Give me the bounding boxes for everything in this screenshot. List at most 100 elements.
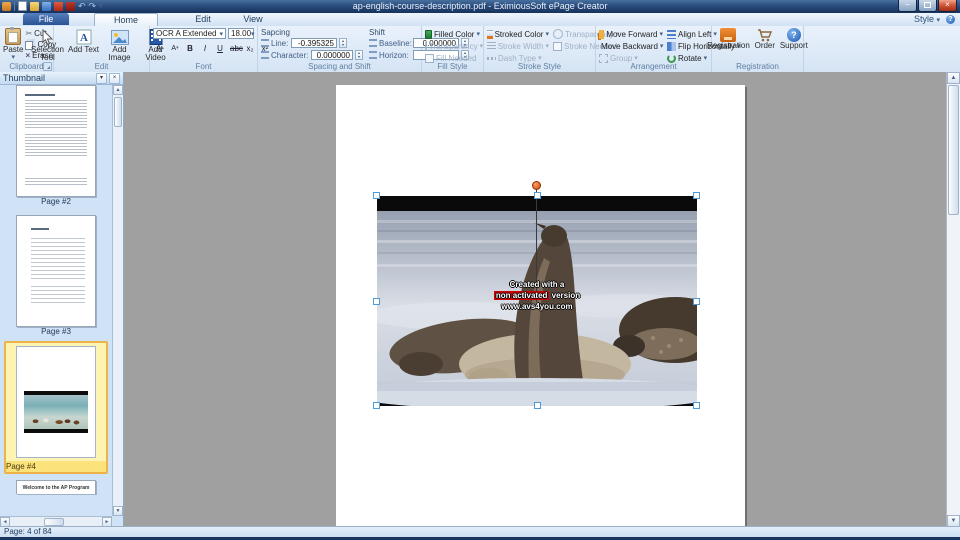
rotation-handle[interactable]	[532, 181, 541, 190]
scrollbar-thumb[interactable]	[114, 97, 122, 127]
thumbnail-page-4-selected[interactable]: Page #4	[4, 341, 108, 474]
style-menu-button[interactable]: Style ▾	[914, 13, 940, 26]
character-spacing-input[interactable]: 0.000000	[311, 50, 353, 60]
resize-handle-bottom-middle[interactable]	[534, 402, 541, 409]
watermark-line-1: Created with a	[377, 279, 697, 290]
move-forward-button[interactable]: Move Forward▾	[599, 28, 663, 40]
order-cart-icon	[754, 28, 776, 42]
selected-video-object[interactable]: Created with a non activated version www…	[377, 196, 697, 406]
add-image-button[interactable]: Add Image	[103, 28, 137, 62]
group-label-font: Font	[150, 62, 257, 72]
order-button[interactable]: Order	[754, 28, 776, 62]
underline-button[interactable]: U	[213, 42, 227, 55]
resize-handle-top-left[interactable]	[373, 192, 380, 199]
document-canvas[interactable]: Created with a non activated version www…	[125, 72, 946, 527]
horizon-shift-icon	[369, 51, 377, 59]
add-text-button[interactable]: A Add Text	[67, 28, 101, 62]
support-button[interactable]: ? Support	[780, 28, 808, 62]
scroll-up-icon[interactable]: ▲	[113, 85, 123, 95]
resize-handle-top-right[interactable]	[693, 192, 700, 199]
stroked-color-label: Stroked Color	[495, 30, 544, 39]
fill-transparency-label: Transparency	[429, 42, 478, 51]
resize-handle-top-middle[interactable]	[534, 192, 541, 199]
group-registration: Registration Order ? Support Registratio…	[712, 26, 804, 72]
panel-close-icon[interactable]: ×	[109, 73, 120, 84]
line-spacing-stepper[interactable]: ▴▾	[339, 38, 347, 48]
registration-button[interactable]: Registration	[707, 28, 750, 62]
group-label-edit: Edit	[54, 62, 149, 72]
font-family-select[interactable]: OCR A Extended ▾	[153, 28, 226, 39]
chevron-down-icon: ▾	[659, 30, 663, 38]
add-image-icon	[109, 28, 131, 46]
transparency-icon	[553, 29, 563, 39]
fill-transparency-button[interactable]: Transparency▾	[425, 40, 480, 52]
add-text-icon: A	[73, 28, 95, 46]
scroll-up-icon[interactable]: ▲	[947, 72, 960, 84]
erase-icon: ×	[25, 51, 30, 60]
selection-tool-button[interactable]: Selection Tool	[31, 28, 65, 62]
thumb-text-decoration	[25, 134, 87, 158]
ribbon-tab-bar: File Home Edit View Style ▾ ?	[0, 13, 960, 27]
line-spacing-input[interactable]: -0.395325	[291, 38, 337, 48]
add-text-label: Add Text	[67, 46, 101, 54]
character-spacing-stepper[interactable]: ▴▾	[355, 50, 363, 60]
stroked-color-button[interactable]: Stroked Color▾	[487, 28, 549, 40]
paste-label: Paste	[3, 46, 23, 54]
thumbnail-image-preview	[24, 391, 88, 433]
thumbnail-vertical-scrollbar[interactable]: ▲ ▼	[112, 85, 123, 516]
stroked-color-icon	[487, 30, 493, 39]
app-window: ↶ ↷ ▾ ap-english-course-description.pdf …	[0, 0, 960, 540]
thumbnail-page-3[interactable]: Page #3	[0, 215, 112, 337]
shrink-font-button[interactable]: A▾	[168, 42, 182, 55]
character-spacing-icon	[261, 51, 269, 59]
strikethrough-button[interactable]: abc	[228, 42, 242, 55]
character-label: Character:	[271, 51, 309, 60]
grow-font-button[interactable]: A▴	[153, 42, 167, 55]
canvas-vertical-scrollbar[interactable]: ▲ ▼	[946, 72, 960, 527]
thumb-text-decoration	[25, 178, 87, 186]
thumbnail-page-5[interactable]: Welcome to the AP Program	[0, 480, 112, 494]
thumbnail-page-2[interactable]: Page #2	[0, 85, 112, 207]
thumbnail-panel-header: Thumbnail ▾ ×	[0, 72, 123, 85]
tab-view[interactable]: View	[232, 13, 274, 25]
chevron-down-icon: ▾	[219, 30, 223, 38]
chevron-down-icon: ▾	[480, 42, 484, 50]
transparency-icon	[425, 41, 427, 51]
registration-label: Registration	[707, 42, 750, 50]
resize-handle-middle-right[interactable]	[693, 298, 700, 305]
registration-icon	[720, 28, 736, 42]
watermark-line-2-rest: version	[549, 291, 580, 300]
scrollbar-thumb[interactable]	[44, 518, 64, 526]
window-title: ap-english-course-description.pdf - Exim…	[0, 0, 960, 13]
help-icon[interactable]: ?	[946, 15, 955, 24]
chevron-down-icon: ▾	[538, 54, 542, 62]
tab-file[interactable]: File	[23, 13, 69, 25]
maximize-button[interactable]	[918, 0, 937, 12]
bold-button[interactable]: B	[183, 42, 197, 55]
resize-handle-bottom-left[interactable]	[373, 402, 380, 409]
resize-handle-middle-left[interactable]	[373, 298, 380, 305]
paste-button[interactable]: Paste ▾	[3, 28, 23, 62]
tab-edit[interactable]: Edit	[182, 13, 224, 25]
italic-button[interactable]: I	[198, 42, 212, 55]
group-label-arrangement: Arrangement	[596, 62, 711, 72]
stroke-width-icon	[487, 42, 496, 51]
move-backward-label: Move Backward	[601, 42, 658, 51]
document-page[interactable]: Created with a non activated version www…	[336, 85, 745, 527]
scroll-down-icon[interactable]: ▼	[113, 506, 123, 516]
filled-color-button[interactable]: Filled Color▾	[425, 28, 480, 40]
font-size-select[interactable]: 18.00 ▾	[228, 28, 254, 39]
move-backward-button[interactable]: Move Backward▾	[599, 40, 663, 52]
subscript-button[interactable]: x₂	[243, 42, 257, 55]
minimize-button[interactable]: −	[898, 0, 917, 12]
resize-handle-bottom-right[interactable]	[693, 402, 700, 409]
panel-collapse-icon[interactable]: ▾	[96, 73, 107, 84]
scrollbar-thumb[interactable]	[948, 85, 959, 215]
titlebar: ↶ ↷ ▾ ap-english-course-description.pdf …	[0, 0, 960, 13]
close-button[interactable]: ×	[938, 0, 957, 12]
stroke-width-button[interactable]: Stroke Width▾	[487, 40, 549, 52]
status-bar: Page: 4 of 84	[0, 526, 960, 537]
tab-home[interactable]: Home	[94, 13, 158, 26]
font-family-value: OCR A Extended	[156, 29, 216, 38]
thumbnail-caption: Page #2	[0, 197, 112, 207]
